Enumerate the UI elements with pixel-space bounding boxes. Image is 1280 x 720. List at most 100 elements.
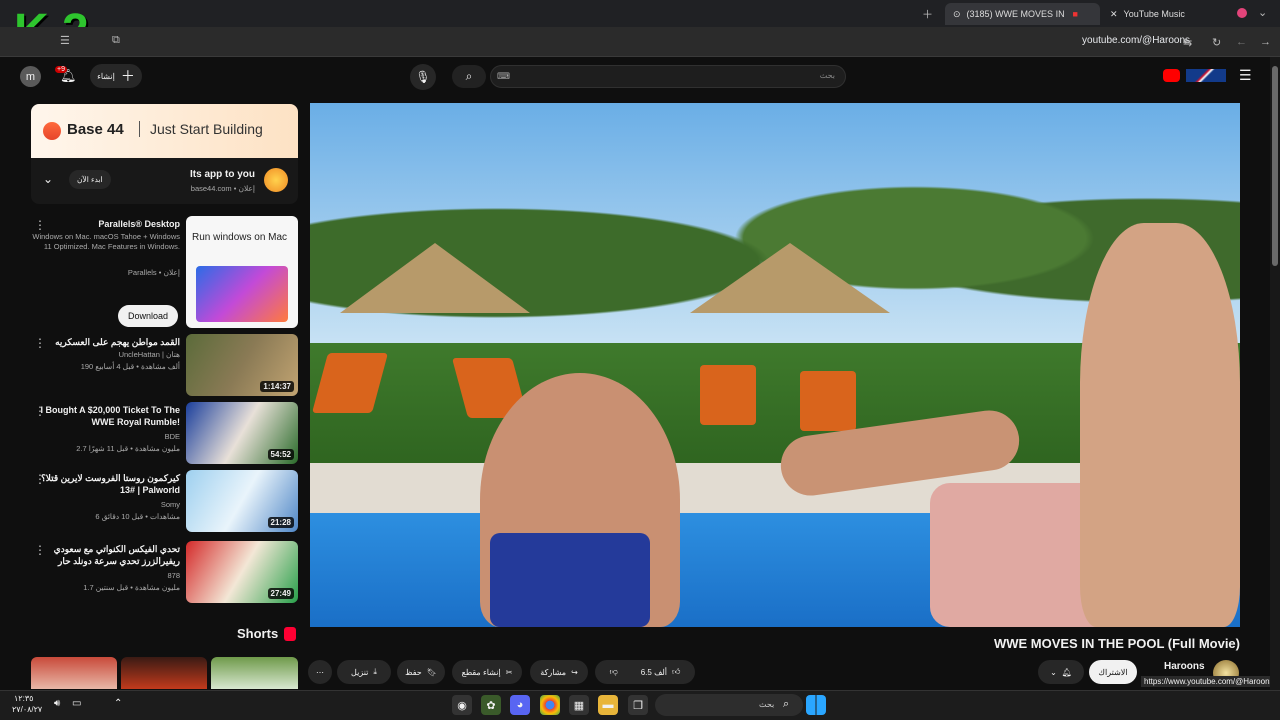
short-thumbnail[interactable] bbox=[211, 657, 298, 689]
duration-badge: 21:28 bbox=[267, 517, 294, 528]
video-thumbnail[interactable]: 54:52 bbox=[186, 402, 298, 464]
audio-icon: ■ bbox=[1072, 9, 1078, 19]
download-button[interactable]: Download bbox=[118, 305, 179, 327]
create-button[interactable]: إنشاء ＋ bbox=[90, 64, 142, 88]
back-icon[interactable]: ← bbox=[1236, 36, 1247, 48]
promo-card[interactable]: ⋮ Parallels® Desktop Windows on Mac. mac… bbox=[30, 216, 298, 330]
more-icon: ⋯ bbox=[316, 667, 324, 677]
ad-card[interactable]: Base 44 Just Start Building Its app to y… bbox=[31, 104, 298, 204]
clip-button[interactable]: إنشاء مقطع ✂ bbox=[452, 660, 522, 684]
chrome-icon[interactable] bbox=[540, 695, 560, 715]
video-meta: 6 مشاهدات • قبل 10 دقائق bbox=[95, 512, 180, 521]
save-button[interactable]: حفظ 🔖︎ bbox=[397, 660, 445, 684]
ad-logo-icon bbox=[264, 168, 288, 192]
video-thumbnail[interactable]: 27:49 bbox=[186, 541, 298, 603]
tab-label: (3185) WWE MOVES IN THE bbox=[966, 9, 1067, 19]
new-tab-icon[interactable]: ＋ bbox=[922, 6, 933, 22]
search-placeholder: بحث bbox=[819, 71, 835, 80]
windows-start-icon[interactable] bbox=[806, 695, 826, 715]
video-title: تحدي الفيكس الكنواتي مع سعودي ريفيرالزرز… bbox=[53, 544, 180, 566]
taskbar-search[interactable]: بحث ⌕ bbox=[655, 694, 803, 716]
profile-icon[interactable] bbox=[1237, 8, 1247, 18]
tab-youtube-music[interactable]: ✕ YouTube Music bbox=[1102, 3, 1232, 25]
more-button[interactable]: ⋯ bbox=[308, 660, 332, 684]
chevron-down-icon[interactable]: ⌄ bbox=[43, 172, 53, 186]
download-button[interactable]: تنزيل ⤓ bbox=[337, 660, 391, 684]
url-field[interactable]: youtube.com/@Haroons bbox=[1082, 35, 1190, 46]
notification-toggle[interactable]: ⌄ 🔔︎ bbox=[1038, 660, 1084, 684]
game-icon[interactable]: ✿ bbox=[481, 695, 501, 715]
list-item[interactable]: ⋮ القمد مواطن يهجم على العسكريه UncleHat… bbox=[30, 334, 298, 398]
close-icon[interactable]: ✕ bbox=[1110, 9, 1118, 20]
save-label: حفظ bbox=[405, 667, 422, 677]
discord-icon[interactable]: ◕ bbox=[510, 695, 530, 715]
video-title: القمد مواطن يهجم على العسكريه bbox=[55, 337, 180, 347]
window-icon[interactable]: ⧉ bbox=[112, 34, 120, 47]
search-input[interactable]: ⌨ بحث bbox=[490, 65, 846, 88]
avatar[interactable]: m bbox=[20, 66, 41, 87]
create-label: إنشاء bbox=[97, 71, 115, 81]
video-frame-chair bbox=[800, 371, 856, 431]
bell-icon: 🔔︎ bbox=[1061, 667, 1072, 677]
list-item[interactable]: ⋮ تحدي الفيكس الكنواتي مع سعودي ريفيرالز… bbox=[30, 541, 298, 605]
list-item[interactable]: ⋮ I Bought A $20,000 Ticket To The WWE R… bbox=[30, 402, 298, 466]
video-player[interactable] bbox=[310, 103, 1240, 627]
speaker-icon[interactable]: 🔊︎ bbox=[54, 698, 60, 709]
video-title: I Bought A $20,000 Ticket To The WWE Roy… bbox=[40, 405, 180, 427]
duration-badge: 54:52 bbox=[267, 449, 294, 460]
ad-cta-button[interactable]: ابدء الآن bbox=[69, 170, 111, 189]
channel-name: 878 bbox=[167, 571, 180, 580]
folder-icon[interactable]: ▬ bbox=[598, 695, 618, 715]
share-button[interactable]: مشاركة ↪ bbox=[530, 660, 588, 684]
youtube-logo-icon[interactable] bbox=[1163, 69, 1180, 82]
globe-icon: ⊙ bbox=[953, 8, 961, 19]
list-item[interactable]: ⋮ كيركمون روستا الفروست لايرين قتلا؟ #13… bbox=[30, 470, 298, 534]
promo-desc: Windows on Mac. macOS Tahoe + Windows 11… bbox=[32, 232, 180, 251]
clock-time: ١٢:٣٥ bbox=[14, 694, 34, 703]
subscribe-button[interactable]: الاشتراك bbox=[1089, 660, 1137, 684]
scissors-icon: ✂ bbox=[505, 667, 513, 677]
video-frame-shorts bbox=[490, 533, 650, 627]
translate-icon[interactable]: ⇆ bbox=[1183, 36, 1192, 49]
video-meta: 1.7 مليون مشاهدة • قبل سنتين bbox=[83, 583, 180, 592]
video-thumbnail[interactable]: 1:14:37 bbox=[186, 334, 298, 396]
short-thumbnail[interactable] bbox=[31, 657, 117, 689]
video-frame-chair bbox=[700, 365, 756, 425]
channel-name[interactable]: Haroons bbox=[1164, 661, 1205, 672]
video-title: كيركمون روستا الفروست لايرين قتلا؟ #13 |… bbox=[40, 473, 180, 495]
promo-thumbnail[interactable]: Run windows on Mac bbox=[186, 216, 298, 328]
ad-source: base44.com • إعلان bbox=[190, 184, 255, 193]
dislike-icon[interactable]: 👎︎ bbox=[610, 667, 618, 677]
recorder-icon[interactable]: ◉ bbox=[452, 695, 472, 715]
forward-icon[interactable]: → bbox=[1260, 36, 1271, 48]
notification-badge: +9 bbox=[55, 66, 67, 73]
menu-icon[interactable]: ☰ bbox=[60, 34, 70, 47]
browser-tab-strip: K 2 ＋ ⊙ (3185) WWE MOVES IN THE ■ ✕ YouT… bbox=[0, 0, 1280, 56]
short-thumbnail[interactable] bbox=[121, 657, 207, 689]
video-meta: 190 ألف مشاهدة • قبل 4 أسابيع bbox=[80, 362, 180, 371]
clip-label: إنشاء مقطع bbox=[461, 667, 501, 677]
search-button[interactable]: ⌕ bbox=[452, 65, 486, 88]
video-thumbnail[interactable]: 21:28 bbox=[186, 470, 298, 532]
store-icon[interactable]: ▦ bbox=[569, 695, 589, 715]
taskview-icon[interactable]: ❐ bbox=[628, 695, 648, 715]
keyboard-icon[interactable]: ⌨ bbox=[497, 71, 510, 82]
network-icon[interactable]: ▭ bbox=[72, 698, 81, 709]
download-icon: ⤓ bbox=[373, 667, 377, 676]
channel-name: BDE bbox=[164, 432, 180, 441]
like-count: 6.5 ألف bbox=[640, 667, 668, 677]
tab-video[interactable]: ⊙ (3185) WWE MOVES IN THE ■ bbox=[945, 3, 1100, 25]
ad-headline: Its app to you bbox=[190, 169, 255, 180]
ad-banner[interactable]: Base 44 Just Start Building bbox=[31, 104, 298, 158]
mic-button[interactable]: 🎙︎ bbox=[410, 64, 436, 90]
shorts-icon bbox=[284, 627, 296, 641]
scrollbar-thumb[interactable] bbox=[1272, 66, 1278, 266]
like-button[interactable]: 👎︎ 6.5 ألف 👍︎ bbox=[595, 660, 695, 684]
reload-icon[interactable]: ↻ bbox=[1212, 36, 1221, 49]
chevron-up-icon[interactable]: ⌃ bbox=[114, 698, 122, 709]
hamburger-icon[interactable]: ☰ bbox=[1239, 67, 1252, 84]
flag-icon bbox=[1186, 69, 1226, 82]
chevron-down-icon[interactable]: ⌄ bbox=[1258, 6, 1267, 19]
channel-name: Somy bbox=[160, 500, 180, 509]
duration-badge: 1:14:37 bbox=[260, 381, 294, 392]
